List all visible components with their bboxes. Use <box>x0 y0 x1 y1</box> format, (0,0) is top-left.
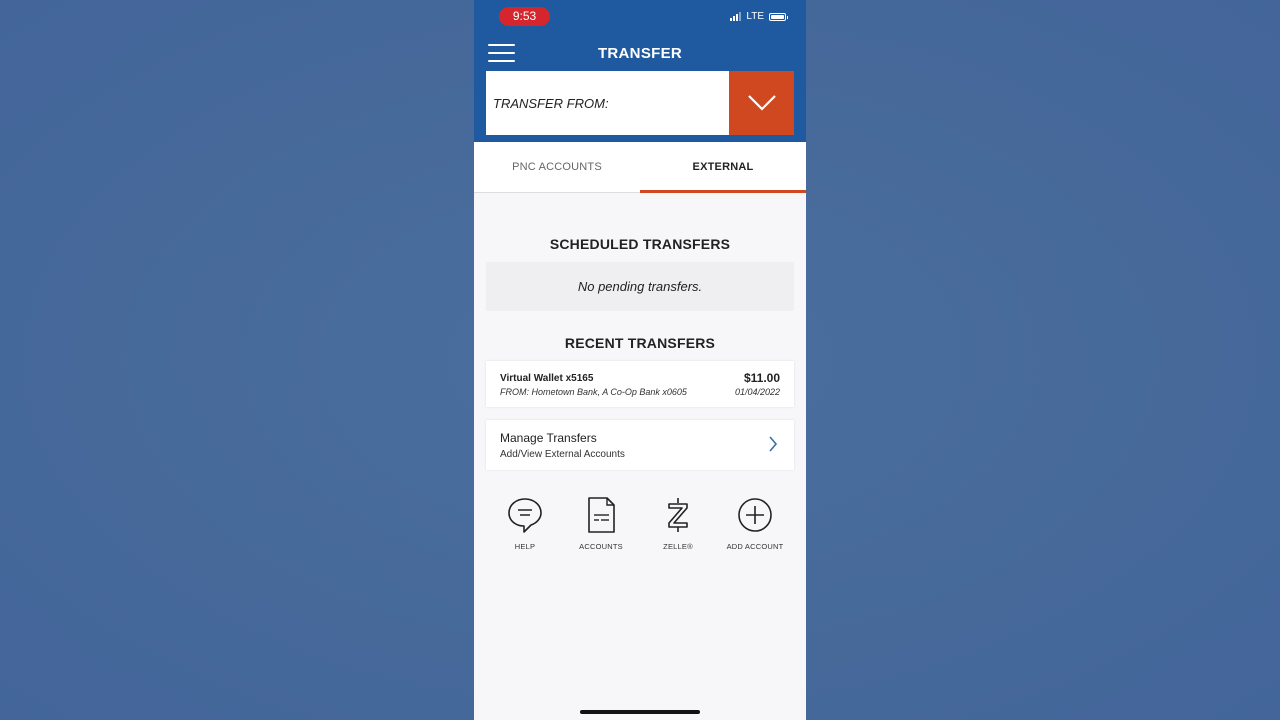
help-chat-icon <box>508 498 542 533</box>
manage-transfers-title: Manage Transfers <box>500 431 597 445</box>
zelle-shortcut[interactable]: ZELLE® <box>640 496 716 551</box>
accounts-label: ACCOUNTS <box>579 542 623 551</box>
transfer-to-account: Virtual Wallet x5165 <box>500 373 594 384</box>
recent-transfers-title: RECENT TRANSFERS <box>564 335 716 351</box>
add-account-shortcut[interactable]: ADD ACCOUNT <box>717 496 793 551</box>
add-circle-icon <box>738 498 772 532</box>
no-pending-transfers-box: No pending transfers. <box>486 262 794 311</box>
home-indicator[interactable] <box>580 710 700 714</box>
transfer-from-field[interactable]: TRANSFER FROM: <box>486 71 729 135</box>
chevron-right-icon <box>769 436 778 452</box>
help-shortcut[interactable]: HELP <box>487 496 563 551</box>
zelle-icon <box>668 498 688 532</box>
network-label: LTE <box>746 11 764 22</box>
status-indicators: LTE <box>730 11 788 22</box>
page-title: TRANSFER <box>597 45 683 62</box>
transfer-amount: $11.00 <box>743 371 780 385</box>
status-bar: 9:53 LTE <box>474 0 806 36</box>
header: TRANSFER TRANSFER FROM: <box>474 36 806 142</box>
phone-screen: 9:53 LTE TRANSFER TRANSFER FROM: PNC ACC… <box>474 0 806 720</box>
no-pending-text: No pending transfers. <box>577 279 703 294</box>
signal-icon <box>730 12 742 21</box>
manage-transfers-subtitle: Add/View External Accounts <box>500 449 625 460</box>
tab-bar: PNC ACCOUNTS EXTERNAL <box>474 142 806 193</box>
battery-icon <box>769 12 788 21</box>
tab-pnc-accounts[interactable]: PNC ACCOUNTS <box>474 142 640 192</box>
transfer-from-account: FROM: Hometown Bank, A Co-Op Bank x0605 <box>500 387 687 397</box>
status-time: 9:53 <box>499 7 550 26</box>
transfer-from-label: TRANSFER FROM: <box>493 95 609 111</box>
shortcut-bar: HELP ACCOUNTS ZELLE® ADD ACCOUNT <box>474 496 806 556</box>
add-account-label: ADD ACCOUNT <box>726 542 784 551</box>
manage-transfers-button[interactable]: Manage Transfers Add/View External Accou… <box>486 420 794 470</box>
chevron-down-icon <box>747 95 776 111</box>
tab-external[interactable]: EXTERNAL <box>640 142 806 193</box>
scheduled-transfers-title: SCHEDULED TRANSFERS <box>549 236 731 252</box>
recent-transfer-item[interactable]: Virtual Wallet x5165 FROM: Hometown Bank… <box>486 361 794 407</box>
help-label: HELP <box>514 542 536 551</box>
transfer-date: 01/04/2022 <box>734 387 780 397</box>
accounts-shortcut[interactable]: ACCOUNTS <box>563 496 639 551</box>
document-icon <box>588 497 615 533</box>
transfer-from-dropdown-button[interactable] <box>729 71 794 135</box>
zelle-label: ZELLE® <box>663 542 693 551</box>
